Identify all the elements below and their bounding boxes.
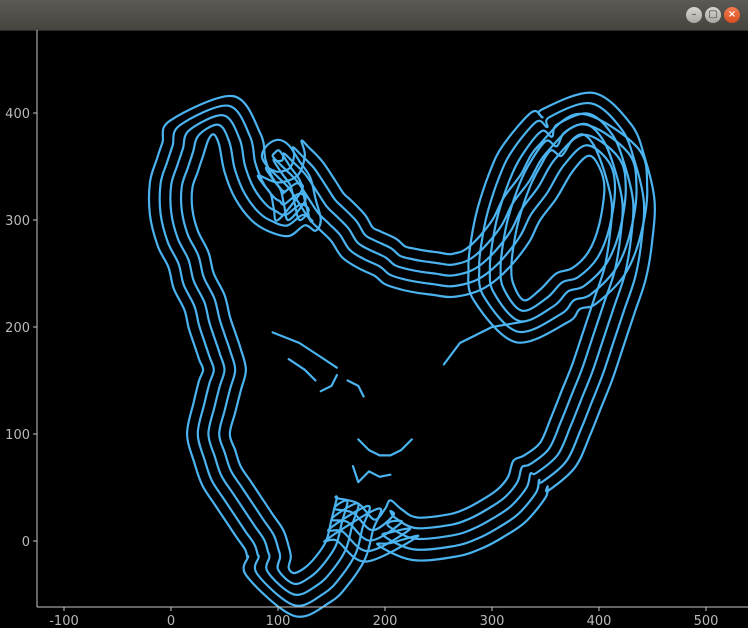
detail-stroke-3 xyxy=(346,379,365,398)
x-tick-label: 300 xyxy=(480,614,505,628)
y-tick-label: 0 xyxy=(22,535,30,550)
app-window: – ▢ × -100 0 100 200 300 400 500 0 100 200 300 400 xyxy=(0,0,748,628)
x-tick-label: -100 xyxy=(49,614,79,628)
y-tick-label: 200 xyxy=(5,321,30,336)
contour-group xyxy=(147,91,656,618)
close-button[interactable]: × xyxy=(724,7,740,23)
maximize-button[interactable]: ▢ xyxy=(705,7,721,23)
maximize-icon: ▢ xyxy=(708,9,718,20)
x-tick-label: 200 xyxy=(373,614,398,628)
detail-stroke-2 xyxy=(319,374,338,393)
close-icon: × xyxy=(727,9,737,20)
x-tick-label: 400 xyxy=(587,614,612,628)
detail-stroke-0 xyxy=(271,331,338,369)
detail-stroke-1 xyxy=(287,358,317,382)
detail-stroke-6 xyxy=(351,465,392,484)
x-tick-label: 0 xyxy=(167,614,175,628)
y-tick-label: 100 xyxy=(5,428,30,443)
x-tick-label: 500 xyxy=(694,614,719,628)
minimize-button[interactable]: – xyxy=(686,7,702,23)
chart-canvas: -100 0 100 200 300 400 500 0 100 200 300 400 xyxy=(5,30,748,628)
x-tick-label: 100 xyxy=(266,614,291,628)
minimize-icon: – xyxy=(691,9,697,20)
y-tick-label: 300 xyxy=(5,214,30,229)
title-bar[interactable]: – ▢ × xyxy=(0,0,748,31)
y-tick-label: 400 xyxy=(5,107,30,122)
detail-stroke-5 xyxy=(357,438,413,457)
